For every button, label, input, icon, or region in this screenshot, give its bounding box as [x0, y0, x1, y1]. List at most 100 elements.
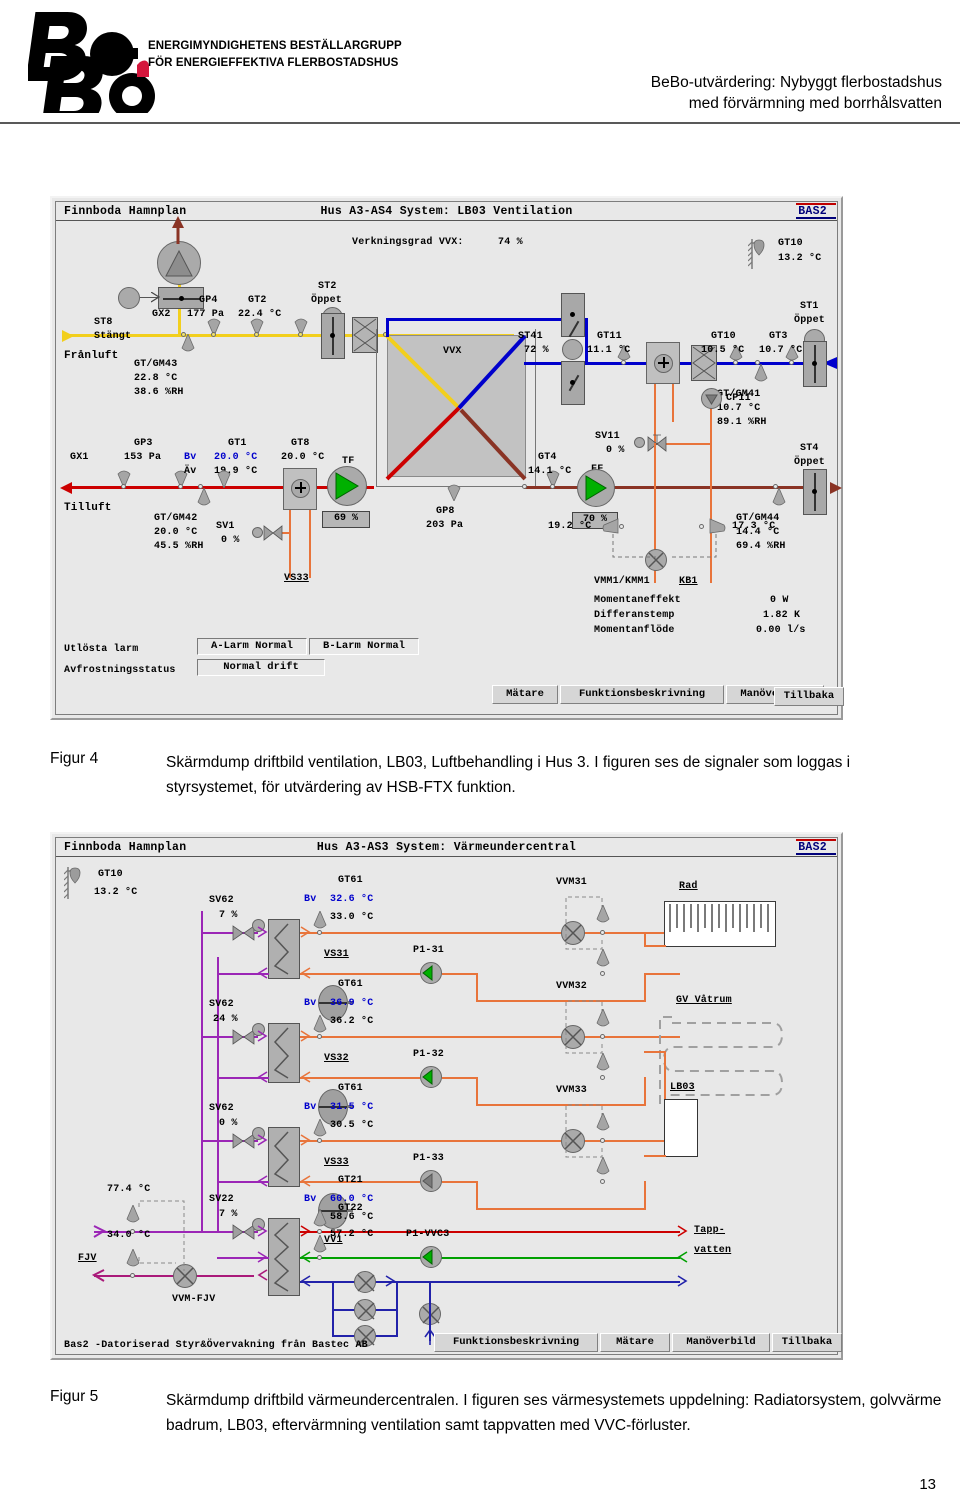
- kb1-temp-left: 19.2 °C: [548, 521, 592, 532]
- gt8-value: 20.0 °C: [281, 452, 325, 463]
- valve-tap-1[interactable]: [354, 1271, 376, 1293]
- pipe-intake-blue-down-left: [386, 318, 389, 337]
- a-larm-status[interactable]: A-Larm Normal: [197, 638, 307, 655]
- pipe-vs33-lower: [476, 1208, 646, 1210]
- bv-label: Bv: [184, 452, 197, 463]
- button-funktionsbeskrivning[interactable]: Funktionsbeskrivning: [560, 685, 724, 704]
- actuator-st41[interactable]: [562, 339, 583, 360]
- button-matare[interactable]: Mätare: [492, 685, 558, 704]
- vvx-flow-paths: [385, 334, 527, 481]
- sv62b-value: 24 %: [213, 1014, 238, 1025]
- b-larm-status[interactable]: B-Larm Normal: [309, 638, 419, 655]
- sensor-kb1-right[interactable]: [708, 517, 726, 535]
- momentaneffekt-value: 0 W: [770, 595, 789, 606]
- exhaust-fan-symbol[interactable]: [157, 241, 201, 285]
- damper-st4[interactable]: [803, 469, 827, 515]
- actuator-sv11[interactable]: [634, 437, 645, 448]
- node-kb1-right: [699, 524, 704, 529]
- fan-tf[interactable]: [327, 466, 367, 506]
- vs33-label-2: VS33: [324, 1157, 349, 1168]
- st4-label: ST4: [800, 443, 819, 454]
- sensor-vvm33-return[interactable]: [594, 1157, 612, 1179]
- sensor-gtgm42[interactable]: [196, 488, 212, 510]
- fjv-supply-temp: 77.4 °C: [107, 1184, 151, 1195]
- button2-funktionsbeskrivning[interactable]: Funktionsbeskrivning: [434, 1333, 598, 1352]
- kb1-temp-right: 17.3 °C: [732, 521, 776, 532]
- gtgm42-label: GT/GM42: [154, 513, 198, 524]
- pump-p1-33[interactable]: [420, 1170, 442, 1192]
- damper-st8[interactable]: [158, 287, 204, 309]
- sensor-vvm32-return[interactable]: [594, 1053, 612, 1075]
- wall-mount-icon-2: [64, 867, 81, 899]
- button-tillbaka[interactable]: Tillbaka: [774, 687, 844, 706]
- damper-st41-bypass[interactable]: [561, 293, 585, 338]
- lb03-coil: [664, 1099, 698, 1157]
- sensor-vvm33-supply[interactable]: [594, 1113, 612, 1135]
- damper-st2[interactable]: [321, 313, 345, 359]
- pipe-vs31-return-a: [300, 973, 420, 975]
- arrow-supply-out: [60, 482, 72, 494]
- button2-tillbaka[interactable]: Tillbaka: [772, 1333, 842, 1352]
- sensor-fjv-return[interactable]: [124, 1249, 142, 1271]
- avfrostningsstatus-value[interactable]: Normal drift: [197, 659, 325, 676]
- sensor-gp8[interactable]: [446, 483, 462, 501]
- gt61b-label: GT61: [338, 979, 363, 990]
- sensor-gtgm44[interactable]: [771, 488, 787, 510]
- bv-label-c: Bv: [304, 1102, 317, 1113]
- pipe-vs32-return-b: [442, 1077, 478, 1079]
- gt10-value-2: 13.2 °C: [94, 887, 138, 898]
- pump-p1-32[interactable]: [420, 1066, 442, 1088]
- gp4-label: GP4: [199, 295, 218, 306]
- document-title: BeBo-utvärdering: Nybyggt flerbostadshus…: [382, 72, 942, 114]
- arrow-vs32-return: [300, 1071, 311, 1083]
- panel2-inner: Finnboda Hamnplan Hus A3-AS3 System: Vär…: [55, 837, 842, 1355]
- button2-manoverbild[interactable]: Manöverbild: [672, 1333, 770, 1352]
- gtgm41-rh: 89.1 %RH: [717, 417, 767, 428]
- sensor-gtgm43[interactable]: [180, 334, 196, 356]
- document-title-line2: med förvärmning med borrhålsvatten: [688, 95, 942, 112]
- figur5-caption-line1: Skärmdump driftbild värmeundercentralen.…: [166, 1392, 665, 1409]
- sensor-fjv-supply[interactable]: [124, 1205, 142, 1227]
- figur4-label: Figur 4: [50, 750, 99, 767]
- gt2-label: GT2: [248, 295, 267, 306]
- pump-p1-vvc3[interactable]: [420, 1246, 442, 1268]
- button2-matare[interactable]: Mätare: [600, 1333, 670, 1352]
- actuator-st8[interactable]: [118, 287, 140, 309]
- node-gt61-a: [317, 930, 322, 935]
- heating-coil-intake[interactable]: [646, 342, 680, 384]
- sensor-vvm31-supply[interactable]: [594, 905, 612, 927]
- valve-sv11[interactable]: [644, 433, 670, 455]
- sensor-kb1-left[interactable]: [602, 517, 620, 535]
- vvm32-label: VVM32: [556, 981, 588, 992]
- gtgm43-label: GT/GM43: [134, 359, 178, 370]
- actuator-sv1[interactable]: [252, 527, 263, 538]
- scada-panel-ventilation: Finnboda Hamnplan Hus A3-AS4 System: LB0…: [50, 196, 843, 720]
- gt4-value: 14.1 °C: [528, 466, 572, 477]
- bv-label-a: Bv: [304, 894, 317, 905]
- gv-vatrum-label: GV Våtrum: [676, 995, 732, 1006]
- sensor-vvm31-return[interactable]: [594, 949, 612, 971]
- pipe-gv-supply: [644, 1051, 666, 1053]
- pipe-cp11-right: [672, 384, 674, 422]
- damper-st1[interactable]: [803, 341, 827, 387]
- sensor-gt1[interactable]: [216, 468, 232, 488]
- sensor-gtgm41[interactable]: [753, 364, 769, 386]
- damper-st41-main[interactable]: [561, 361, 585, 405]
- gt4-label: GT4: [538, 452, 557, 463]
- bv-label-d: Bv: [304, 1194, 317, 1205]
- valve-sv1[interactable]: [260, 522, 286, 544]
- pipe-intake-blue-down-right: [585, 318, 588, 365]
- vv1-label: VV1: [324, 1235, 343, 1246]
- node-gt21: [317, 1229, 322, 1234]
- heating-coil-supply[interactable]: [283, 468, 317, 510]
- pump-p1-31[interactable]: [420, 962, 442, 984]
- pump-cp11[interactable]: [701, 388, 722, 409]
- pipe-vs33-return-b: [442, 1181, 478, 1183]
- valve-tap-2[interactable]: [354, 1299, 376, 1321]
- sv1-label: SV1: [216, 521, 235, 532]
- fan-ff[interactable]: [577, 469, 615, 507]
- sensor-gt21[interactable]: [311, 1209, 329, 1231]
- gp3-label: GP3: [134, 438, 153, 449]
- sensor-vvm32-supply[interactable]: [594, 1009, 612, 1031]
- tf-speed-value[interactable]: 69 %: [322, 511, 370, 528]
